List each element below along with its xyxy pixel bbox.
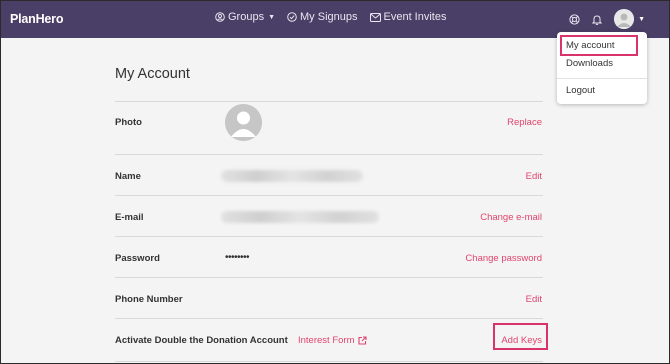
row-phone: Phone Number Edit — [115, 278, 543, 319]
main-nav: Groups ▼ My Signups Event Invites — [215, 11, 458, 23]
row-photo: Photo Replace — [115, 102, 543, 155]
help-button[interactable] — [569, 13, 580, 25]
row-password: Password •••••••• Change password — [115, 237, 543, 278]
redacted-email — [221, 211, 379, 223]
interest-form-link[interactable]: Interest Form — [298, 335, 367, 346]
envelope-icon — [369, 12, 381, 22]
row-donation: Activate Double the Donation Account Int… — [115, 319, 548, 362]
brand-logo[interactable]: PlanHero — [10, 12, 63, 26]
row-email: E-mail Change e-mail — [115, 196, 543, 237]
change-email-link[interactable]: Change e-mail — [480, 212, 542, 223]
account-card: My Account Photo Replace Name Edit E-mai… — [115, 53, 548, 364]
name-label: Name — [115, 171, 141, 182]
email-label: E-mail — [115, 212, 144, 223]
chevron-down-icon: ▼ — [638, 15, 645, 23]
donation-label: Activate Double the Donation Account — [115, 335, 288, 346]
external-link-icon — [357, 336, 367, 345]
row-name: Name Edit — [115, 155, 543, 196]
notifications-button[interactable] — [592, 14, 603, 25]
replace-photo-link[interactable]: Replace — [507, 117, 542, 128]
edit-name-link[interactable]: Edit — [526, 171, 542, 182]
page-title: My Account — [115, 66, 190, 82]
lifebuoy-icon — [569, 13, 580, 25]
check-circle-icon — [287, 12, 297, 22]
password-mask: •••••••• — [225, 252, 250, 263]
avatar — [614, 9, 635, 29]
chevron-down-icon: ▼ — [268, 13, 276, 21]
nav-signups-label: My Signups — [300, 11, 358, 23]
nav-event-invites[interactable]: Event Invites — [369, 11, 447, 23]
bell-icon — [592, 14, 603, 25]
profile-photo — [225, 104, 262, 141]
groups-icon — [215, 12, 225, 22]
add-keys-link[interactable]: Add Keys — [501, 335, 542, 346]
interest-form-label: Interest Form — [298, 335, 355, 346]
nav-my-signups[interactable]: My Signups — [287, 11, 358, 23]
menu-divider — [557, 78, 647, 79]
password-label: Password — [115, 253, 160, 264]
photo-label: Photo — [115, 117, 142, 128]
menu-item-logout[interactable]: Logout — [566, 85, 595, 96]
redacted-name — [221, 170, 363, 182]
navbar-right: ▼ — [557, 9, 645, 29]
account-dropdown-menu: My account Downloads Logout — [557, 32, 647, 104]
menu-item-downloads[interactable]: Downloads — [566, 58, 613, 69]
nav-invites-label: Event Invites — [383, 11, 447, 23]
nav-groups[interactable]: Groups ▼ — [215, 11, 275, 23]
change-password-link[interactable]: Change password — [465, 253, 542, 264]
account-menu-toggle[interactable]: ▼ — [614, 9, 645, 29]
phone-label: Phone Number — [115, 294, 183, 305]
nav-groups-label: Groups — [228, 11, 265, 23]
menu-item-my-account[interactable]: My account — [566, 40, 615, 51]
edit-phone-link[interactable]: Edit — [526, 294, 542, 305]
